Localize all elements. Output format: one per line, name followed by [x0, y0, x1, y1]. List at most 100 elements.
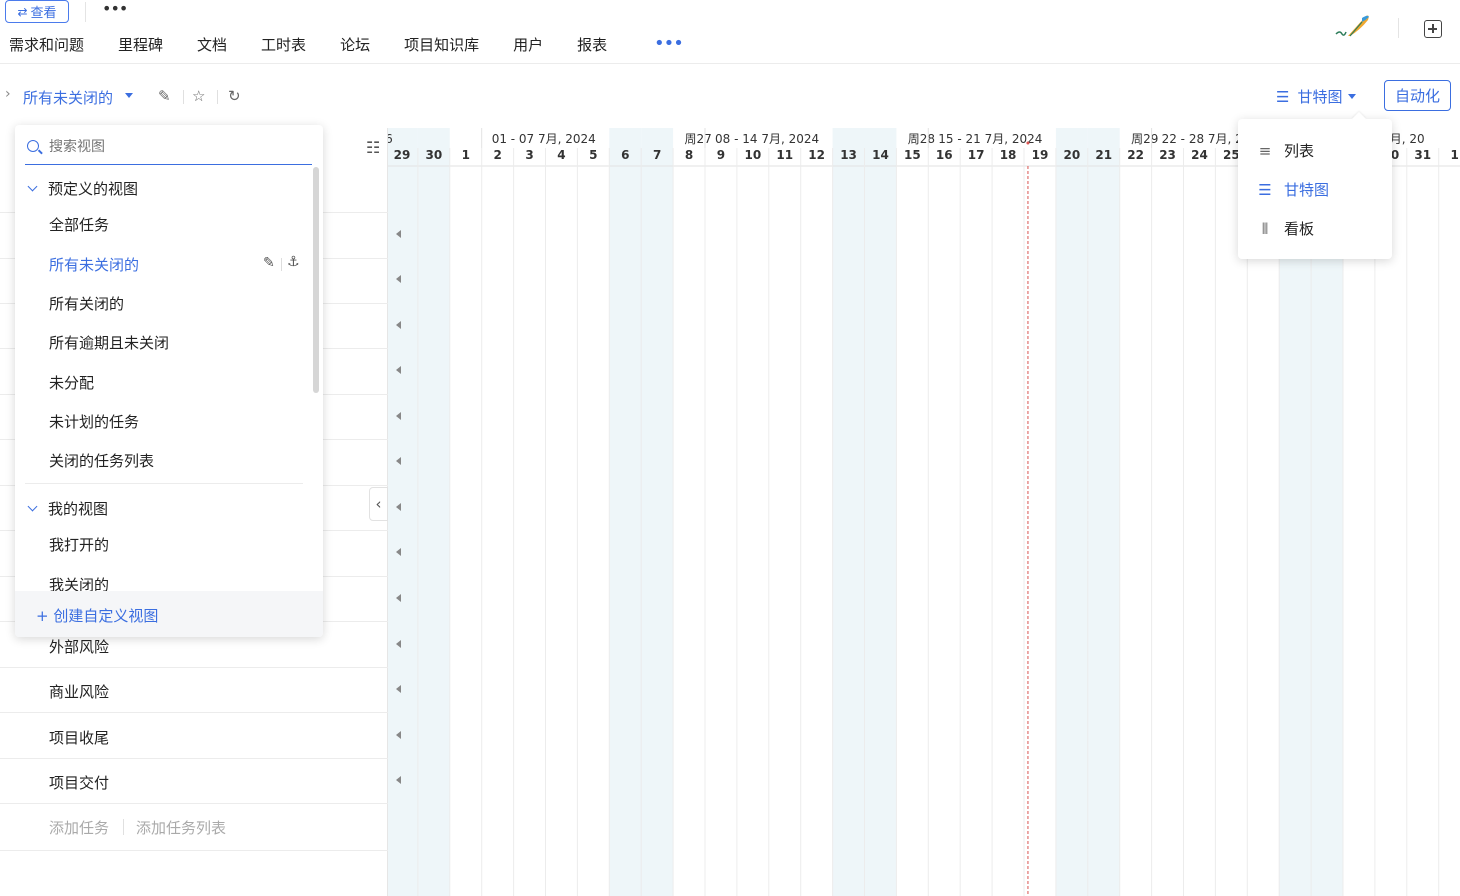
view-type-list[interactable]: ≡ 列表 — [1256, 140, 1314, 161]
group-predefined-views[interactable]: 预定义的视图 — [27, 178, 138, 199]
group-label: 我的视图 — [48, 500, 109, 518]
scroll-to-task-icon[interactable] — [396, 685, 401, 693]
day-label: 8 — [685, 148, 693, 162]
view-item-all-open[interactable]: 所有未关闭的 — [49, 254, 139, 275]
add-task-list-link[interactable]: 添加任务列表 — [136, 817, 226, 838]
week-number-label: 周28 — [908, 132, 935, 146]
create-custom-view-button[interactable]: + 创建自定义视图 — [15, 591, 323, 637]
task-row[interactable]: 项目交付 — [0, 758, 388, 804]
add-task-link[interactable]: 添加任务 — [49, 817, 109, 838]
view-item-overdue-open[interactable]: 所有逾期且未关闭 — [49, 332, 169, 353]
tab-knowledge-base[interactable]: 项目知识库 — [404, 34, 479, 55]
tab-reports[interactable]: 报表 — [577, 34, 607, 55]
day-label: 6 — [621, 148, 629, 162]
search-icon — [27, 140, 39, 152]
edit-icon[interactable]: ✎ — [263, 255, 275, 271]
day-label: 18 — [1000, 148, 1017, 162]
scroll-to-task-icon[interactable] — [396, 457, 401, 465]
scroll-to-task-icon[interactable] — [396, 321, 401, 329]
module-tabs: 需求和问题 里程碑 文档 工时表 论坛 项目知识库 用户 报表 — [9, 34, 607, 55]
hierarchy-icon[interactable]: ☷ — [366, 138, 380, 157]
today-marker — [1026, 141, 1030, 145]
caret-down-icon[interactable] — [125, 93, 133, 98]
weekend-column — [641, 128, 674, 896]
day-label: 23 — [1159, 148, 1176, 162]
top-header: ⇄ 查看 ••• 需求和问题 里程碑 文档 工时表 论坛 项目知识库 用户 报表… — [0, 0, 1460, 64]
view-item-unscheduled[interactable]: 未计划的任务 — [49, 411, 139, 432]
tab-users[interactable]: 用户 — [513, 34, 543, 55]
feather-logo-icon — [1335, 15, 1369, 37]
view-mode-switch[interactable]: ☰ 甘特图 — [1276, 86, 1357, 107]
week-range-label: 08 - 14 7月, 2024 — [715, 132, 819, 146]
view-type-menu: ≡ 列表 ☰ 甘特图 ⫴ 看板 — [1238, 119, 1392, 259]
day-label: 14 — [872, 148, 889, 162]
task-name: 项目收尾 — [49, 729, 110, 747]
view-type-board[interactable]: ⫴ 看板 — [1256, 218, 1314, 239]
scroll-to-task-icon[interactable] — [396, 594, 401, 602]
chevron-down-icon — [27, 501, 38, 512]
view-button-label: 查看 — [30, 6, 57, 21]
refresh-icon[interactable]: ↻ — [228, 87, 241, 105]
task-row[interactable]: 商业风险 — [0, 667, 388, 713]
scroll-to-task-icon[interactable] — [396, 548, 401, 556]
divider — [281, 258, 282, 271]
view-search-input[interactable] — [49, 139, 299, 155]
day-label: 1 — [1450, 148, 1458, 162]
anchor-icon[interactable]: ⚓ — [287, 254, 300, 270]
scroll-to-task-icon[interactable] — [396, 230, 401, 238]
tab-documents[interactable]: 文档 — [197, 34, 227, 55]
chevron-right-icon[interactable]: › — [5, 86, 11, 102]
view-item-opened-by-me[interactable]: 我打开的 — [49, 534, 109, 555]
weekend-column — [832, 128, 865, 896]
view-item-all-tasks[interactable]: 全部任务 — [49, 214, 109, 235]
day-label: 7 — [653, 148, 661, 162]
task-row[interactable]: 项目收尾 — [0, 713, 388, 759]
day-label: 2 — [493, 148, 501, 162]
divider — [1398, 18, 1399, 38]
scroll-to-task-icon[interactable] — [396, 776, 401, 784]
view-type-label: 甘特图 — [1284, 181, 1330, 199]
view-item-all-closed[interactable]: 所有关闭的 — [49, 293, 124, 314]
group-my-views[interactable]: 我的视图 — [27, 498, 108, 519]
day-label: 31 — [1414, 148, 1431, 162]
scroll-to-task-icon[interactable] — [396, 640, 401, 648]
tab-milestones[interactable]: 里程碑 — [118, 34, 163, 55]
scroll-to-task-icon[interactable] — [396, 412, 401, 420]
view-search-box[interactable] — [25, 134, 312, 165]
view-button[interactable]: ⇄ 查看 — [5, 0, 69, 23]
tabs-more-icon[interactable]: ••• — [654, 33, 684, 54]
current-view-selector[interactable]: 所有未关闭的 — [23, 87, 113, 108]
view-type-gantt[interactable]: ☰ 甘特图 — [1256, 179, 1329, 200]
scroll-to-task-icon[interactable] — [396, 731, 401, 739]
collapse-panel-button[interactable]: ‹ — [369, 487, 388, 521]
weekend-column — [417, 128, 450, 896]
scrollbar[interactable] — [313, 167, 319, 393]
star-icon[interactable]: ☆ — [192, 87, 205, 105]
day-label: 10 — [744, 148, 761, 162]
weekend-column — [388, 128, 418, 896]
view-type-label: 看板 — [1284, 220, 1315, 238]
view-item-closed-lists[interactable]: 关闭的任务列表 — [49, 450, 154, 471]
automation-button[interactable]: 自动化 — [1384, 80, 1451, 111]
scroll-to-task-icon[interactable] — [396, 275, 401, 283]
add-row: 添加任务 添加任务列表 — [0, 803, 388, 851]
weekend-column — [864, 128, 897, 896]
scroll-to-task-icon[interactable] — [396, 366, 401, 374]
scroll-to-task-icon[interactable] — [396, 503, 401, 511]
day-label: 20 — [1063, 148, 1080, 162]
task-name: 商业风险 — [49, 683, 110, 701]
day-label: 24 — [1191, 148, 1208, 162]
week-number-label: 周26 — [388, 132, 393, 146]
tab-requirements[interactable]: 需求和问题 — [9, 34, 84, 55]
view-item-unassigned[interactable]: 未分配 — [49, 372, 94, 393]
week-number-label: 周27 — [684, 132, 711, 146]
tab-timesheet[interactable]: 工时表 — [261, 34, 306, 55]
tab-forum[interactable]: 论坛 — [340, 34, 370, 55]
divider — [183, 90, 184, 104]
day-label: 11 — [776, 148, 793, 162]
edit-icon[interactable]: ✎ — [158, 87, 171, 105]
more-icon[interactable]: ••• — [102, 0, 128, 18]
add-window-icon[interactable] — [1424, 20, 1442, 38]
group-label: 预定义的视图 — [48, 180, 139, 198]
link-icon: ⇄ — [17, 4, 28, 19]
